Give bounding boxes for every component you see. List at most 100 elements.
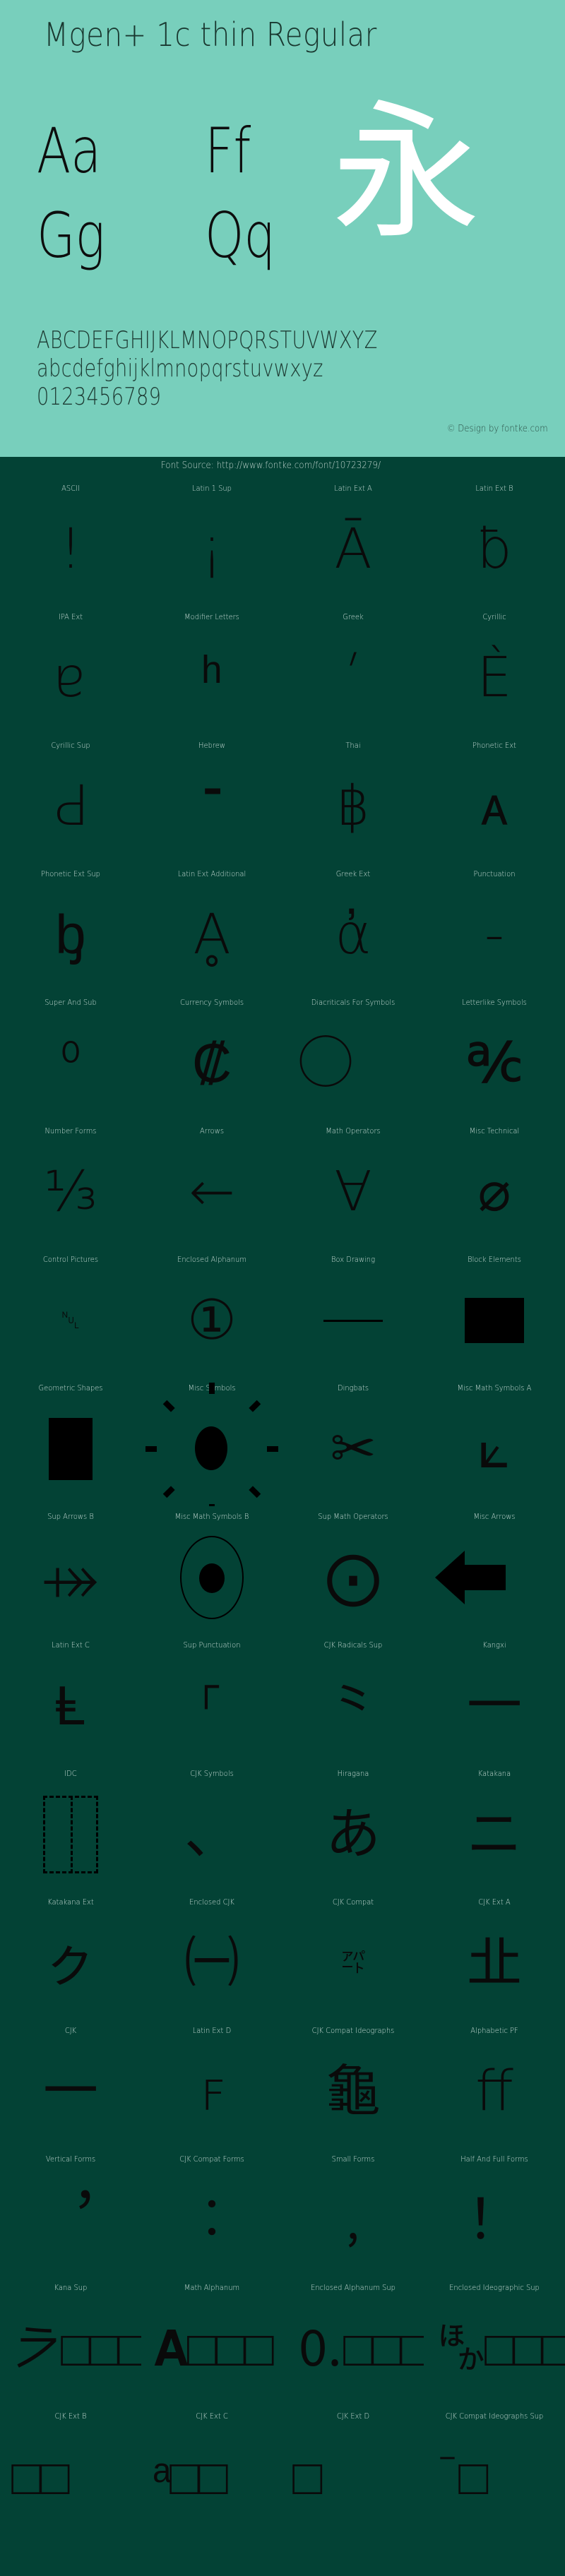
- unicode-block-cell[interactable]: Small Forms ﹐: [282, 2149, 424, 2277]
- unicode-block-label: Thai: [290, 741, 417, 751]
- unicode-block-cell[interactable]: Letterlike Symbols ℀: [424, 992, 565, 1121]
- unicode-block-cell[interactable]: CJK Compat Forms ︰: [141, 2149, 282, 2277]
- unicode-block-label: Greek: [290, 612, 417, 622]
- unicode-block-cell[interactable]: Latin Ext D ꜰ: [141, 2020, 282, 2149]
- unicode-block-cell[interactable]: Latin Ext C Ⱡ: [0, 1635, 141, 1763]
- unicode-block-label: Latin 1 Sup: [148, 484, 275, 494]
- font-source-link[interactable]: Font Source: http://www.fontke.com/font/…: [23, 460, 542, 471]
- unicode-block-cell[interactable]: Enclosed Ideographic Sup 🈀□□□: [424, 2277, 565, 2406]
- unicode-block-cell[interactable]: Modifier Letters ʰ: [141, 607, 282, 735]
- unicode-block-cell[interactable]: Kangxi ⼀: [424, 1635, 565, 1763]
- unicode-block-cell[interactable]: Box Drawing: [282, 1249, 424, 1378]
- unicode-block-cell[interactable]: Misc Symbols: [141, 1378, 282, 1506]
- unicode-block-sample-glyph: ฿: [282, 753, 424, 859]
- unicode-block-cell[interactable]: Dingbats ✂: [282, 1378, 424, 1506]
- unicode-block-cell[interactable]: Thai ฿: [282, 735, 424, 864]
- unicode-block-cell[interactable]: Hiragana あ: [282, 1763, 424, 1892]
- unicode-block-label: Greek Ext: [290, 869, 417, 879]
- unicode-block-sample-glyph: ꜰ: [141, 2039, 282, 2145]
- unicode-block-sample-glyph: 丽¯□: [424, 2424, 565, 2530]
- unicode-block-cell[interactable]: Math Alphanum 𝐀□□□: [141, 2277, 282, 2406]
- unicode-block-cell[interactable]: Misc Math Symbols A ⟀: [424, 1378, 565, 1506]
- unicode-block-cell[interactable]: Currency Symbols ₡: [141, 992, 282, 1121]
- unicode-block-cell[interactable]: Greek ʹ: [282, 607, 424, 735]
- unicode-block-cell[interactable]: Misc Arrows: [424, 1506, 565, 1635]
- unicode-block-cell[interactable]: Enclosed CJK ㈠: [141, 1892, 282, 2020]
- unicode-block-label: CJK Radicals Sup: [290, 1640, 417, 1650]
- unicode-block-sample-glyph: ニ: [424, 1782, 565, 1888]
- unicode-block-cell[interactable]: Control Pictures ␀: [0, 1249, 141, 1378]
- unicode-block-cell[interactable]: CJK Symbols 、: [141, 1763, 282, 1892]
- unicode-block-sample-glyph: ←: [141, 1139, 282, 1245]
- unicode-block-cell[interactable]: Sup Punctuation ⸀: [141, 1635, 282, 1763]
- unicode-block-cell[interactable]: Latin Ext B ƀ: [424, 478, 565, 607]
- unicode-block-cell[interactable]: Misc Math Symbols B: [141, 1506, 282, 1635]
- unicode-block-cell[interactable]: Vertical Forms ︐: [0, 2149, 141, 2277]
- unicode-block-cell[interactable]: CJK Compat Ideographs Sup 丽¯□: [424, 2406, 565, 2534]
- unicode-block-sample-glyph: [424, 1268, 565, 1373]
- unicode-block-label: Currency Symbols: [148, 998, 275, 1008]
- unicode-block-cell[interactable]: Greek Ext ἀ: [282, 864, 424, 992]
- unicode-block-label: IPA Ext: [7, 612, 134, 622]
- unicode-block-sample-glyph: Ѐ: [424, 625, 565, 731]
- unicode-block-sample-glyph: ␀: [0, 1268, 141, 1373]
- unicode-block-label: Enclosed CJK: [148, 1897, 275, 1907]
- unicode-block-cell[interactable]: Arrows ←: [141, 1121, 282, 1249]
- unicode-block-cell[interactable]: Math Operators ∀: [282, 1121, 424, 1249]
- unicode-block-cell[interactable]: Latin 1 Sup ¡: [141, 478, 282, 607]
- unicode-block-cell[interactable]: Diacriticals For Symbols⃝: [282, 992, 424, 1121]
- unicode-block-cell[interactable]: CJK Ext A 㐀: [424, 1892, 565, 2020]
- unicode-block-cell[interactable]: Misc Technical ⌀: [424, 1121, 565, 1249]
- unicode-block-label: Modifier Letters: [148, 612, 275, 622]
- unicode-block-cell[interactable]: CJK Compat ㌀: [282, 1892, 424, 2020]
- unicode-block-cell[interactable]: Geometric Shapes: [0, 1378, 141, 1506]
- unicode-block-cell[interactable]: Enclosed Alphanum ①: [141, 1249, 282, 1378]
- unicode-block-cell[interactable]: Sup Arrows B ⤀: [0, 1506, 141, 1635]
- unicode-block-sample-glyph: ⁰: [0, 1010, 141, 1116]
- unicode-block-sample-glyph: あ: [282, 1782, 424, 1888]
- unicode-block-cell[interactable]: CJK Radicals Sup ⺀: [282, 1635, 424, 1763]
- unicode-block-label: CJK Compat Forms: [148, 2154, 275, 2164]
- unicode-block-cell[interactable]: CJK Ext D 𫠝≪□: [282, 2406, 424, 2534]
- unicode-block-cell[interactable]: Cyrillic Ѐ: [424, 607, 565, 735]
- unicode-block-sample-glyph: ∀: [282, 1139, 424, 1245]
- unicode-block-cell[interactable]: Katakana Ext ㇰ: [0, 1892, 141, 2020]
- unicode-block-cell[interactable]: Phonetic Ext Sup ᶀ: [0, 864, 141, 992]
- unicode-block-sample-glyph: ①: [141, 1268, 282, 1373]
- unicode-block-cell[interactable]: CJK 一: [0, 2020, 141, 2149]
- unicode-block-cell[interactable]: Katakana ニ: [424, 1763, 565, 1892]
- unicode-block-cell[interactable]: Half And Full Forms ！: [424, 2149, 565, 2277]
- unicode-block-sample-glyph: ⃝: [282, 1010, 424, 1116]
- unicode-block-cell[interactable]: Enclosed Alphanum Sup 🄀□□□: [282, 2277, 424, 2406]
- unicode-block-label: Dingbats: [290, 1383, 417, 1393]
- unicode-block-cell[interactable]: Alphabetic PF ﬀ: [424, 2020, 565, 2149]
- unicode-block-cell[interactable]: Super And Sub ⁰: [0, 992, 141, 1121]
- unicode-block-cell[interactable]: CJK Ext C 𪛖ᵃ□□: [141, 2406, 282, 2534]
- unicode-block-cell[interactable]: Sup Math Operators ⨀: [282, 1506, 424, 1635]
- unicode-block-cell[interactable]: Hebrew ־: [141, 735, 282, 864]
- unicode-block-label: IDC: [7, 1769, 134, 1779]
- unicode-block-label: Enclosed Alphanum Sup: [290, 2283, 417, 2293]
- unicode-block-label: Number Forms: [7, 1126, 134, 1136]
- box-drawing-line: [323, 1320, 383, 1322]
- unicode-block-sample-glyph: 一: [0, 2039, 141, 2145]
- unicode-block-sample-glyph: 🈀□□□: [424, 2296, 565, 2402]
- unicode-block-sample-glyph: [0, 1396, 141, 1502]
- unicode-block-cell[interactable]: Punctuation ‐: [424, 864, 565, 992]
- unicode-block-cell[interactable]: IDC: [0, 1763, 141, 1892]
- unicode-block-label: CJK: [7, 2026, 134, 2036]
- unicode-block-cell[interactable]: CJK Ext B 𠀀□□: [0, 2406, 141, 2534]
- unicode-block-cell[interactable]: Latin Ext Additional Ḁ: [141, 864, 282, 992]
- unicode-block-cell[interactable]: Kana Sup 𛀀□□□: [0, 2277, 141, 2406]
- unicode-block-cell[interactable]: ASCII!: [0, 478, 141, 607]
- unicode-block-cell[interactable]: Latin Ext A Ā: [282, 478, 424, 607]
- unicode-block-cell[interactable]: Number Forms ⅓: [0, 1121, 141, 1249]
- unicode-block-cell[interactable]: Block Elements: [424, 1249, 565, 1378]
- unicode-block-cell[interactable]: Cyrillic Sup Ԁ: [0, 735, 141, 864]
- unicode-block-label: CJK Symbols: [148, 1769, 275, 1779]
- unicode-block-cell[interactable]: Phonetic Ext ᴀ: [424, 735, 565, 864]
- unicode-block-label: Misc Technical: [431, 1126, 558, 1136]
- unicode-block-cell[interactable]: IPA Ext ɐ: [0, 607, 141, 735]
- unicode-block-cell[interactable]: CJK Compat Ideographs 龜: [282, 2020, 424, 2149]
- unicode-block-sample-glyph: ⌀: [424, 1139, 565, 1245]
